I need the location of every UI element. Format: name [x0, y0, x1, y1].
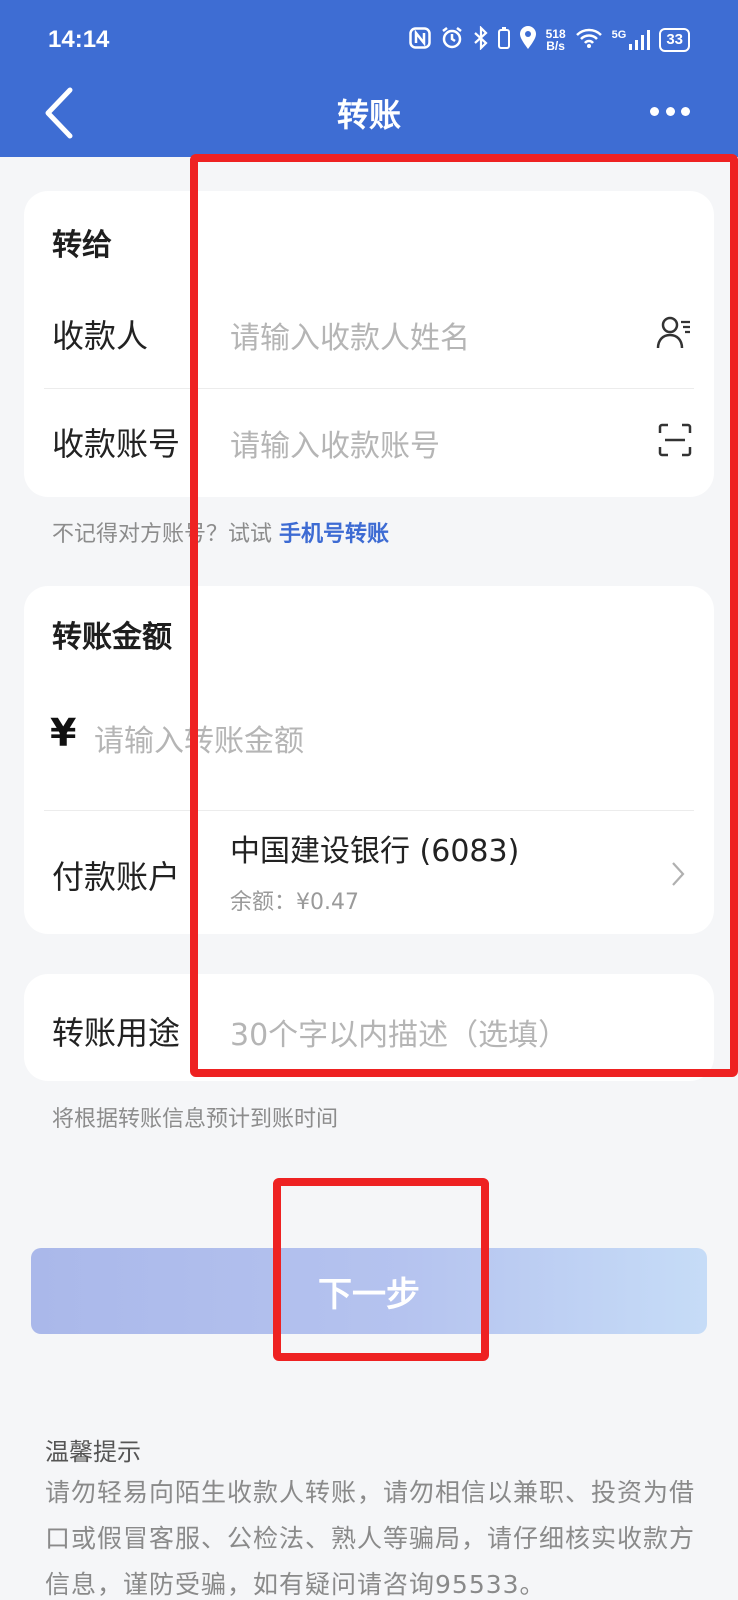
more-button[interactable]	[650, 102, 690, 120]
section-title-amount: 转账金额	[52, 620, 172, 655]
account-label: 收款账号	[52, 425, 181, 463]
bluetooth-icon	[473, 24, 489, 55]
annotation-box-button	[273, 1178, 489, 1361]
currency-symbol: ¥	[50, 711, 77, 755]
tips-title: 温馨提示	[45, 1438, 141, 1466]
status-icons: 518 B/s 5G 33	[408, 24, 690, 56]
status-time: 14:14	[48, 26, 110, 53]
payee-label: 收款人	[52, 317, 149, 355]
pay-account-label: 付款账户	[52, 858, 181, 896]
nfc-icon	[408, 26, 431, 54]
wifi-icon	[575, 27, 603, 54]
battery-small-icon	[497, 26, 510, 54]
top-bar: 14:14 518 B/s 5G 33 转账	[0, 0, 738, 157]
purpose-label: 转账用途	[52, 1014, 181, 1052]
net-speed: 518 B/s	[545, 27, 566, 53]
annotation-box-form	[190, 154, 738, 1077]
more-horizontal-icon	[650, 106, 659, 116]
section-title-transfer-to: 转给	[52, 228, 112, 263]
alarm-icon	[440, 26, 464, 55]
battery-indicator: 33	[659, 28, 690, 52]
location-icon	[519, 25, 537, 55]
page-title: 转账	[336, 96, 401, 134]
arrival-time-hint: 将根据转账信息预计到账时间	[52, 1107, 339, 1132]
network-type: 5G	[611, 29, 627, 41]
signal-icon: 5G	[612, 29, 651, 51]
tips-text: 请勿轻易向陌生收款人转账，请勿相信以兼职、投资为借口或假冒客服、公检法、熟人等骗…	[45, 1478, 696, 1599]
